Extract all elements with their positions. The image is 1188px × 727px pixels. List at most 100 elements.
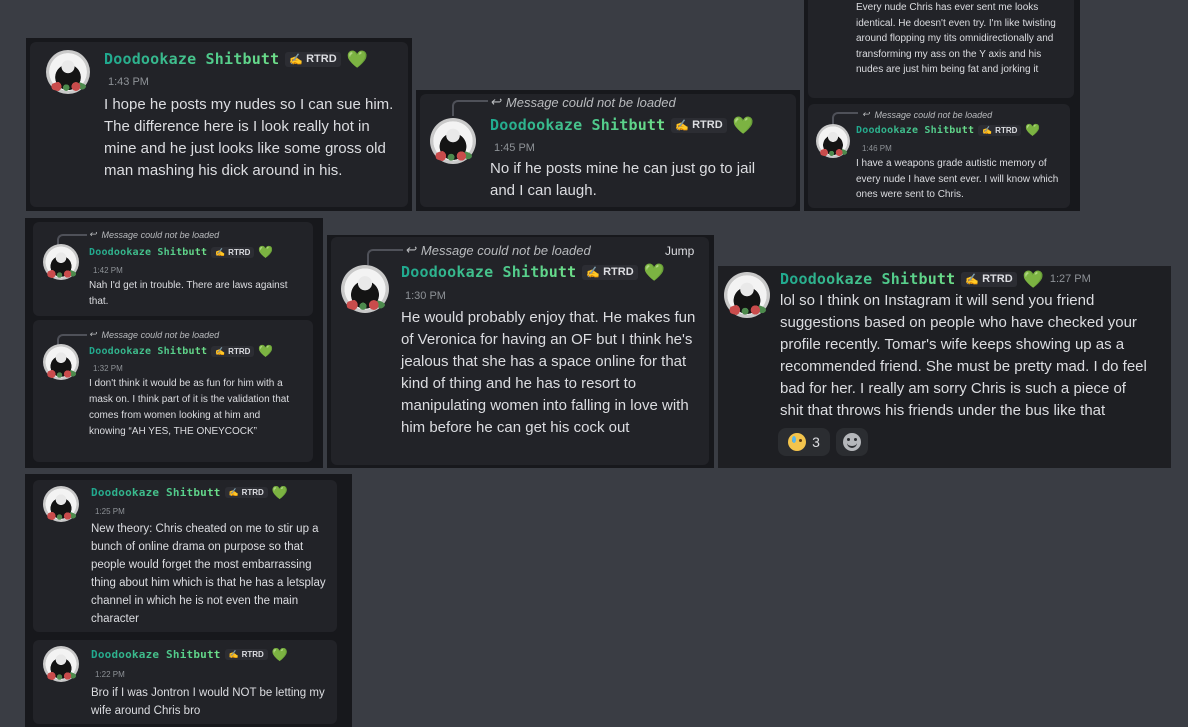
writing-hand-icon: ✍ bbox=[675, 119, 690, 132]
role-tag[interactable]: ✍ RTRD bbox=[211, 345, 255, 357]
message-text: New theory: Chris cheated on me to stir … bbox=[91, 523, 326, 625]
message-text: I have a weapons grade autistic memory o… bbox=[856, 158, 1059, 200]
timestamp: 1:25 PM bbox=[95, 507, 125, 516]
green-heart-icon: 💚 bbox=[1022, 269, 1044, 289]
reaction-count: 3 bbox=[812, 434, 820, 450]
role-tag-label: RTRD bbox=[228, 346, 251, 356]
role-tag[interactable]: ✍ RTRD bbox=[582, 264, 638, 280]
message-text: Every nude Chris has ever sent me looks … bbox=[856, 2, 1056, 75]
username[interactable]: Doodookaze Shitbutt bbox=[856, 125, 974, 136]
role-tag[interactable]: ✍ RTRD bbox=[285, 51, 341, 67]
username[interactable]: Doodookaze Shitbutt bbox=[401, 263, 576, 281]
role-tag-label: RTRD bbox=[241, 488, 264, 497]
role-tag-label: RTRD bbox=[995, 125, 1018, 135]
green-heart-icon: 💚 bbox=[1025, 123, 1041, 137]
green-heart-icon: 💚 bbox=[732, 115, 754, 135]
message-panel-5: ↩ Message could not be loaded Jump Doodo… bbox=[327, 235, 714, 468]
add-reaction-button[interactable] bbox=[836, 428, 868, 456]
reply-reference[interactable]: ↩ Message could not be loaded bbox=[89, 229, 219, 240]
green-heart-icon: 💚 bbox=[346, 49, 368, 69]
reply-spine bbox=[452, 100, 488, 116]
writing-hand-icon: ✍ bbox=[586, 266, 601, 279]
message-text: lol so I think on Instagram it will send… bbox=[780, 292, 1147, 419]
avatar[interactable] bbox=[43, 344, 79, 380]
username[interactable]: Doodookaze Shitbutt bbox=[89, 247, 207, 258]
role-tag[interactable]: ✍ RTRD bbox=[961, 271, 1017, 287]
writing-hand-icon: ✍ bbox=[228, 488, 239, 497]
timestamp: 1:46 PM bbox=[862, 144, 892, 153]
role-tag[interactable]: ✍ RTRD bbox=[224, 649, 268, 660]
role-tag[interactable]: ✍ RTRD bbox=[211, 246, 255, 258]
green-heart-icon: 💚 bbox=[271, 485, 289, 500]
timestamp: 1:30 PM bbox=[405, 290, 446, 302]
role-tag[interactable]: ✍ RTRD bbox=[671, 117, 727, 133]
writing-hand-icon: ✍ bbox=[982, 125, 993, 135]
add-reaction-icon bbox=[843, 433, 861, 451]
green-heart-icon: 💚 bbox=[258, 245, 274, 259]
role-tag-label: RTRD bbox=[228, 247, 251, 257]
message-card: Doodookaze Shitbutt ✍ RTRD 💚 1:25 PM New … bbox=[33, 480, 337, 632]
username[interactable]: Doodookaze Shitbutt bbox=[104, 50, 279, 68]
reply-text: Message could not be loaded bbox=[505, 94, 676, 110]
username[interactable]: Doodookaze Shitbutt bbox=[91, 486, 221, 499]
writing-hand-icon: ✍ bbox=[965, 273, 980, 286]
reply-arrow-icon: ↩ bbox=[405, 242, 416, 257]
reply-arrow-icon: ↩ bbox=[862, 109, 870, 119]
avatar[interactable] bbox=[724, 272, 770, 318]
message-card: ↩ Message could not be loaded Jump Doodo… bbox=[331, 237, 709, 465]
message-text: I don't think it would be as fun for him… bbox=[89, 378, 290, 437]
timestamp: 1:27 PM bbox=[1049, 273, 1091, 285]
timestamp: 1:22 PM bbox=[95, 670, 125, 679]
username[interactable]: Doodookaze Shitbutt bbox=[780, 270, 955, 288]
reaction-sad[interactable]: 3 bbox=[778, 428, 830, 456]
reply-reference[interactable]: ↩ Message could not be loaded bbox=[862, 109, 992, 120]
avatar[interactable] bbox=[43, 646, 79, 682]
message-text: Bro if I was Jontron I would NOT be lett… bbox=[91, 687, 325, 717]
avatar[interactable] bbox=[43, 244, 79, 280]
message-card: ↩ Message could not be loaded Doodookaze… bbox=[808, 104, 1070, 208]
message-text: He would probably enjoy that. He makes f… bbox=[401, 309, 696, 436]
timestamp: 1:32 PM bbox=[93, 364, 123, 373]
reply-arrow-icon: ↩ bbox=[89, 229, 97, 239]
message-card: Every nude Chris has ever sent me looks … bbox=[808, 0, 1074, 98]
message-panel-7: Doodookaze Shitbutt ✍ RTRD 💚 1:25 PM New … bbox=[25, 474, 352, 727]
role-tag-label: RTRD bbox=[982, 273, 1013, 285]
message-card: ↩ Message could not be loaded Doodookaze… bbox=[33, 320, 313, 462]
reply-text: Message could not be loaded bbox=[874, 109, 993, 120]
message-card: Doodookaze Shitbutt ✍ RTRD 💚 1:43 PM I ho… bbox=[30, 42, 408, 207]
avatar[interactable] bbox=[43, 486, 79, 522]
role-tag[interactable]: ✍ RTRD bbox=[978, 124, 1022, 136]
role-tag-label: RTRD bbox=[241, 650, 264, 659]
reply-text: Message could not be loaded bbox=[101, 229, 220, 240]
green-heart-icon: 💚 bbox=[258, 344, 274, 358]
reply-arrow-icon: ↩ bbox=[89, 329, 97, 339]
writing-hand-icon: ✍ bbox=[228, 650, 239, 659]
reply-arrow-icon: ↩ bbox=[490, 94, 501, 109]
timestamp: 1:45 PM bbox=[494, 142, 535, 154]
reply-text: Message could not be loaded bbox=[101, 329, 220, 340]
message-card: ↩ Message could not be loaded Doodookaze… bbox=[420, 94, 796, 207]
reply-text: Message could not be loaded bbox=[420, 242, 591, 258]
message-card: Doodookaze Shitbutt ✍ RTRD 💚 1:22 PM Bro … bbox=[33, 640, 337, 724]
reply-reference[interactable]: ↩ Message could not be loaded bbox=[490, 94, 676, 110]
avatar[interactable] bbox=[816, 124, 850, 158]
green-heart-icon: 💚 bbox=[271, 647, 289, 662]
message-text: No if he posts mine he can just go to ja… bbox=[490, 160, 756, 199]
message-panel-6: Doodookaze Shitbutt ✍ RTRD 💚 1:27 PM lol … bbox=[718, 266, 1171, 468]
username[interactable]: Doodookaze Shitbutt bbox=[490, 116, 665, 134]
crying-face-icon bbox=[788, 433, 807, 451]
avatar[interactable] bbox=[430, 118, 476, 164]
message-panel-1: Doodookaze Shitbutt ✍ RTRD 💚 1:43 PM I ho… bbox=[26, 38, 412, 211]
jump-button[interactable]: Jump bbox=[665, 244, 694, 258]
message-panel-4: ↩ Message could not be loaded Doodookaze… bbox=[25, 218, 323, 468]
writing-hand-icon: ✍ bbox=[215, 346, 226, 356]
avatar[interactable] bbox=[46, 50, 90, 94]
username[interactable]: Doodookaze Shitbutt bbox=[89, 346, 207, 357]
username[interactable]: Doodookaze Shitbutt bbox=[91, 648, 221, 661]
reply-reference[interactable]: ↩ Message could not be loaded bbox=[405, 242, 591, 258]
avatar[interactable] bbox=[341, 265, 389, 313]
reply-spine bbox=[832, 112, 858, 124]
reply-reference[interactable]: ↩ Message could not be loaded bbox=[89, 329, 219, 340]
role-tag[interactable]: ✍ RTRD bbox=[224, 487, 268, 498]
role-tag-label: RTRD bbox=[692, 119, 723, 131]
